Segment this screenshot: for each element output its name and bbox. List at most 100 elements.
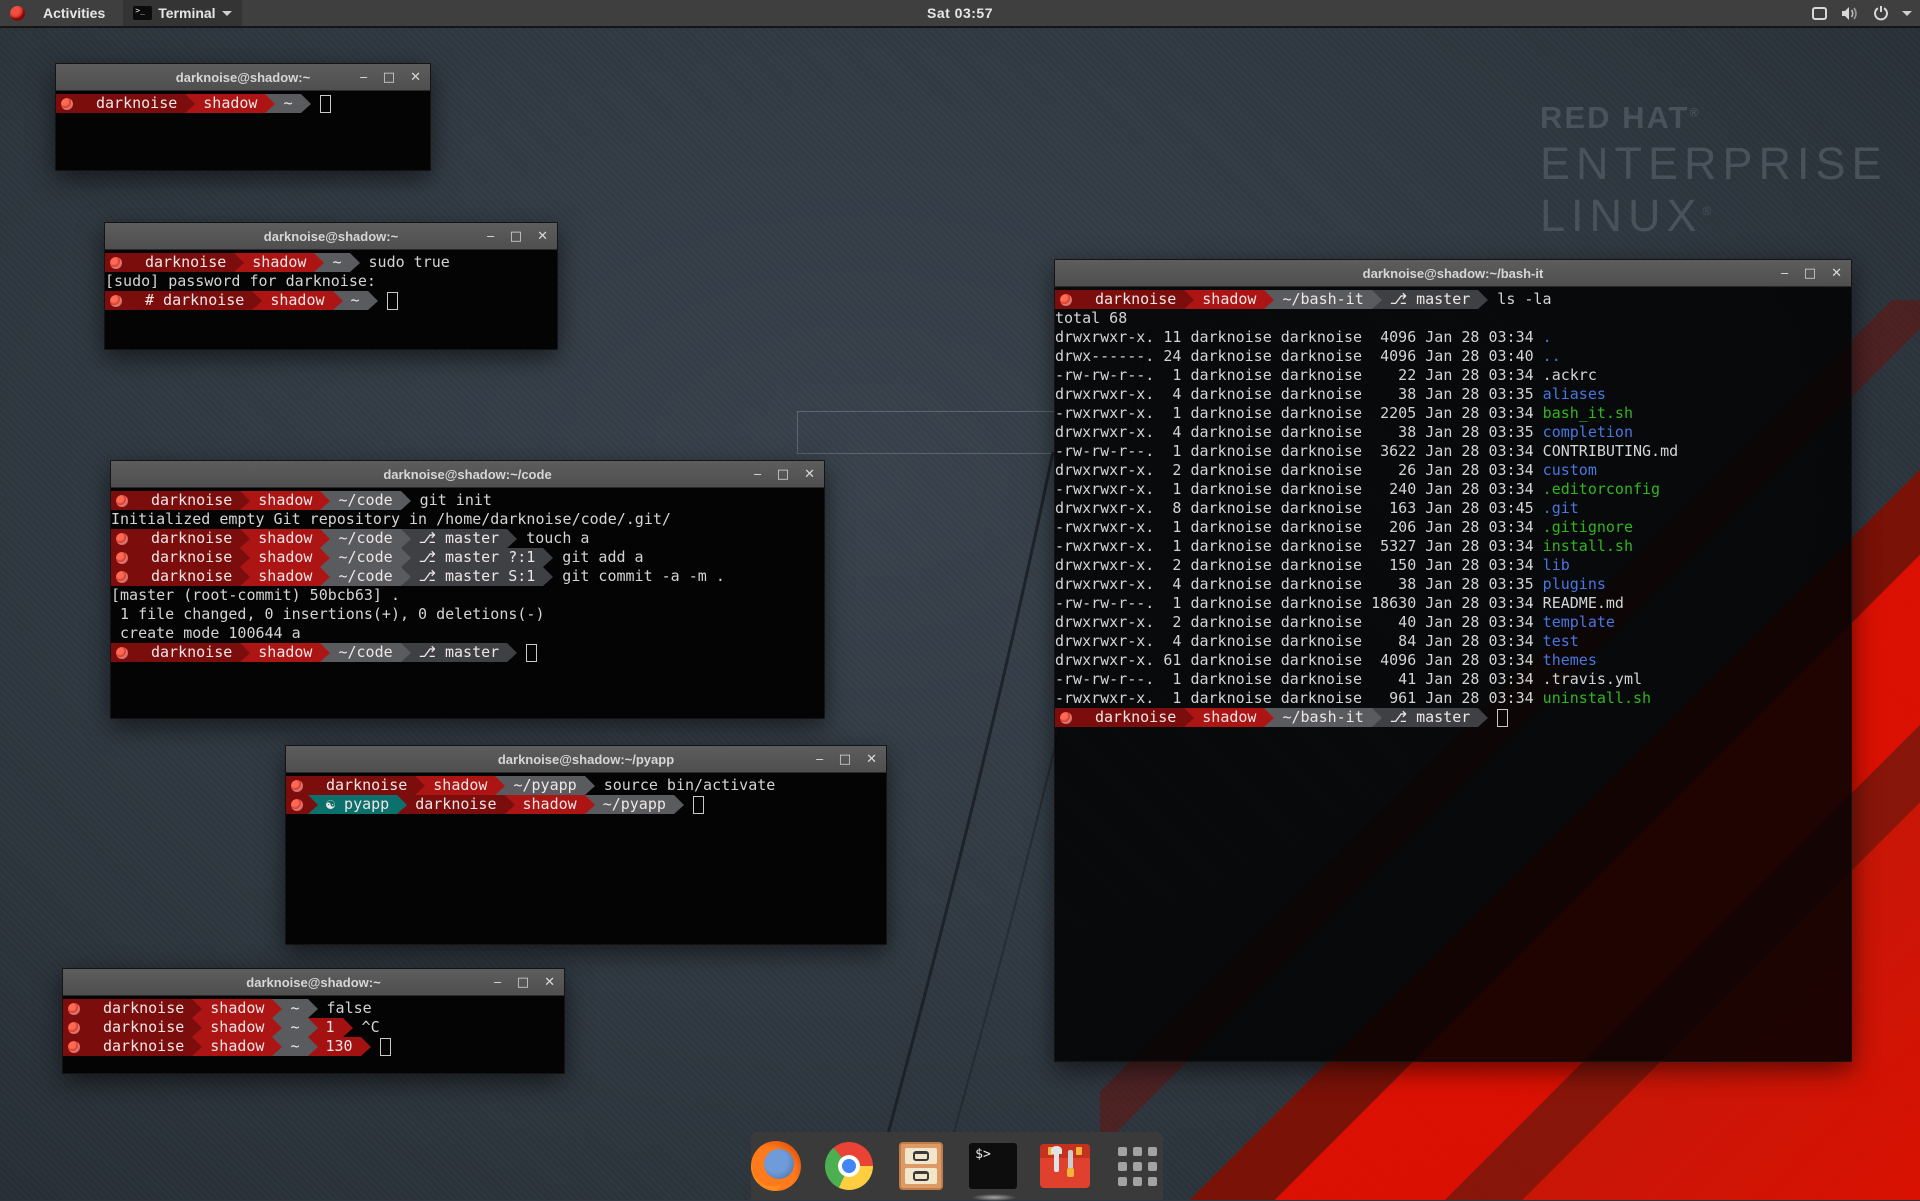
file-attributes: drwxrwxr-x. 61 darknoise darknoise 4096 … bbox=[1055, 651, 1543, 670]
title-bar[interactable]: darknoise@shadow:~‒ □ ✕ bbox=[63, 969, 564, 996]
minimize-button[interactable]: ‒ bbox=[1781, 267, 1789, 280]
system-status-area[interactable] bbox=[1811, 0, 1912, 26]
dock-item-toolbox[interactable] bbox=[1040, 1140, 1090, 1192]
prompt-segment-path: ~ bbox=[282, 999, 307, 1018]
terminal-content[interactable]: darknoiseshadow~ bbox=[56, 91, 430, 170]
powerline-separator bbox=[1077, 708, 1087, 727]
close-button[interactable]: ✕ bbox=[410, 71, 421, 84]
maximize-button[interactable]: □ bbox=[839, 753, 851, 766]
file-list-row: -rwxrwxr-x. 1 darknoise darknoise 5327 J… bbox=[1055, 537, 1851, 556]
prompt-line: darknoiseshadow~/bash-it⎇ master ls -la bbox=[1055, 290, 1851, 309]
dock-item-firefox[interactable] bbox=[751, 1140, 801, 1192]
file-attributes: -rwxrwxr-x. 1 darknoise darknoise 206 Ja… bbox=[1055, 518, 1543, 537]
prompt-segment-user: darknoise bbox=[407, 795, 504, 814]
terminal-content[interactable]: darknoiseshadow~/code git initInitialize… bbox=[111, 488, 824, 718]
redhat-prompt-icon bbox=[116, 495, 128, 507]
file-list-row: drwx------. 24 darknoise darknoise 4096 … bbox=[1055, 347, 1851, 366]
minimize-button[interactable]: ‒ bbox=[816, 753, 824, 766]
prompt-segment-user: darknoise bbox=[95, 1037, 192, 1056]
title-bar[interactable]: darknoise@shadow:~/code‒ □ ✕ bbox=[111, 461, 824, 488]
maximize-button[interactable]: □ bbox=[777, 468, 789, 481]
prompt-segment-host: shadow bbox=[250, 529, 320, 548]
volume-icon[interactable] bbox=[1841, 6, 1860, 21]
prompt-segment-path: ~ bbox=[282, 1037, 307, 1056]
activities-button[interactable]: Activities bbox=[39, 5, 109, 21]
file-list-row: drwxrwxr-x. 11 darknoise darknoise 4096 … bbox=[1055, 328, 1851, 347]
title-bar[interactable]: darknoise@shadow:~‒□✕ bbox=[105, 223, 557, 250]
minimize-button[interactable]: ‒ bbox=[754, 468, 762, 481]
powerline-separator bbox=[308, 1018, 318, 1037]
dock-item-google-chrome[interactable] bbox=[823, 1140, 873, 1192]
file-name: themes bbox=[1543, 651, 1597, 670]
power-icon[interactable] bbox=[1873, 5, 1889, 21]
file-attributes: drwxrwxr-x. 8 darknoise darknoise 163 Ja… bbox=[1055, 499, 1543, 518]
file-name: .travis.yml bbox=[1543, 670, 1642, 689]
window-title: darknoise@shadow:~ bbox=[63, 975, 564, 990]
window-icon[interactable] bbox=[1811, 6, 1828, 21]
maximize-button[interactable]: □ bbox=[383, 71, 395, 84]
powerline-separator bbox=[240, 491, 250, 510]
dock: $> bbox=[751, 1132, 1163, 1200]
prompt-segment-path: ~/code bbox=[330, 529, 400, 548]
output-text: 1 file changed, 0 insertions(+), 0 delet… bbox=[111, 605, 544, 624]
title-bar[interactable]: darknoise@shadow:~/bash-it‒□✕ bbox=[1055, 260, 1851, 287]
prompt-segment-user: # darknoise bbox=[137, 291, 252, 310]
dock-item-terminal[interactable]: $> bbox=[968, 1140, 1018, 1192]
minimize-button[interactable]: ‒ bbox=[494, 976, 502, 989]
powerline-separator bbox=[272, 1037, 282, 1056]
terminal-window-darknoise-shadow-pyapp: darknoise@shadow:~/pyapp‒□✕darknoiseshad… bbox=[285, 745, 887, 945]
clock[interactable]: Sat 03:57 bbox=[927, 5, 993, 21]
powerline-separator bbox=[320, 529, 330, 548]
close-button[interactable]: ✕ bbox=[804, 468, 815, 481]
prompt-segment-exit: 130 bbox=[318, 1037, 361, 1056]
powerline-separator bbox=[133, 567, 143, 586]
file-name: .editorconfig bbox=[1543, 480, 1660, 499]
dock-item-show-applications[interactable] bbox=[1113, 1140, 1163, 1192]
terminal-content[interactable]: darknoiseshadow~/bash-it⎇ master ls -lat… bbox=[1055, 287, 1851, 1061]
prompt-segment-host: shadow bbox=[1194, 290, 1264, 309]
terminal-window-darknoise-shadow-: darknoise@shadow:~‒□✕darknoiseshadow~ bbox=[55, 63, 431, 171]
prompt-line: darknoiseshadow~/code⎇ master touch a bbox=[111, 529, 824, 548]
terminal-content[interactable]: darknoiseshadow~ sudo true[sudo] passwor… bbox=[105, 250, 557, 349]
maximize-button[interactable]: □ bbox=[1804, 267, 1816, 280]
prompt-line: # darknoiseshadow~ bbox=[105, 291, 557, 310]
file-name: template bbox=[1543, 613, 1615, 632]
powerline-separator bbox=[320, 643, 330, 662]
title-bar[interactable]: darknoise@shadow:~‒□✕ bbox=[56, 64, 430, 91]
maximize-button[interactable]: □ bbox=[510, 230, 522, 243]
close-button[interactable]: ✕ bbox=[866, 753, 877, 766]
close-button[interactable]: ✕ bbox=[537, 230, 548, 243]
prompt-segment-path: ~ bbox=[343, 291, 368, 310]
chevron-down-icon[interactable] bbox=[1902, 11, 1912, 16]
file-name: .. bbox=[1543, 347, 1561, 366]
powerline-separator bbox=[308, 999, 318, 1018]
minimize-button[interactable]: ‒ bbox=[360, 71, 368, 84]
prompt-segment-user: darknoise bbox=[1087, 290, 1184, 309]
powerline-separator bbox=[127, 291, 137, 310]
prompt-segment-user: darknoise bbox=[143, 567, 240, 586]
maximize-button[interactable]: □ bbox=[517, 976, 529, 989]
terminal-window-darknoise-shadow-bash-it: darknoise@shadow:~/bash-it‒□✕darknoisesh… bbox=[1054, 259, 1852, 1062]
command-text: false bbox=[318, 999, 372, 1018]
prompt-segment-user: darknoise bbox=[143, 643, 240, 662]
dock-item-files[interactable] bbox=[896, 1140, 946, 1192]
file-attributes: -rwxrwxr-x. 1 darknoise darknoise 961 Ja… bbox=[1055, 689, 1543, 708]
redhat-prompt-icon bbox=[116, 533, 128, 545]
output-text: total 68 bbox=[1055, 309, 1127, 328]
close-button[interactable]: ✕ bbox=[1831, 267, 1842, 280]
prompt-segment-icon bbox=[105, 291, 127, 310]
app-menu-terminal[interactable]: >_ Terminal bbox=[123, 0, 241, 26]
close-button[interactable]: ✕ bbox=[544, 976, 555, 989]
terminal-content[interactable]: darknoiseshadow~/pyapp source bin/activa… bbox=[286, 773, 886, 944]
minimize-button[interactable]: ‒ bbox=[487, 230, 495, 243]
title-bar[interactable]: darknoise@shadow:~/pyapp‒□✕ bbox=[286, 746, 886, 773]
prompt-segment-host: shadow bbox=[202, 1037, 272, 1056]
window-title: darknoise@shadow:~/code bbox=[111, 467, 824, 482]
prompt-line: darknoiseshadow~/code⎇ master bbox=[111, 643, 824, 662]
file-list-row: -rw-rw-r--. 1 darknoise darknoise 22 Jan… bbox=[1055, 366, 1851, 385]
terminal-content[interactable]: darknoiseshadow~ falsedarknoiseshadow~1 … bbox=[63, 996, 564, 1073]
redhat-prompt-icon bbox=[68, 1022, 80, 1034]
powerline-separator bbox=[585, 795, 595, 814]
prompt-segment-exit: 1 bbox=[318, 1018, 343, 1037]
terminal-window-darknoise-shadow-: darknoise@shadow:~‒□✕darknoiseshadow~ su… bbox=[104, 222, 558, 350]
